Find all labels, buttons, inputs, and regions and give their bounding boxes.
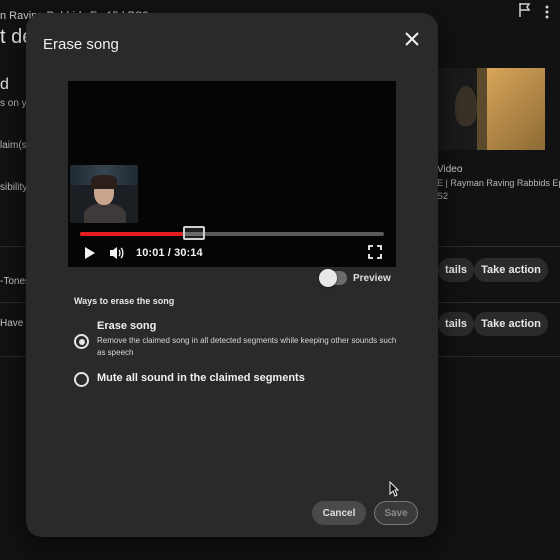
background-video-subtitle: E | Rayman Raving Rabbids Ep (437, 178, 560, 188)
thumbnail-highlight (487, 68, 545, 150)
video-frame (70, 165, 138, 223)
option-erase-song[interactable]: Erase song Remove the claimed song in al… (74, 320, 401, 359)
seek-bar-handle[interactable] (183, 226, 206, 240)
player-controls: 10:01 / 30:14 (80, 243, 203, 263)
mouse-pointer-icon (389, 480, 400, 497)
background-video-subtitle: S2 (437, 191, 449, 201)
preview-label: Preview (353, 272, 391, 284)
dialog-title: Erase song (43, 36, 119, 53)
option-title: Erase song (97, 320, 157, 332)
preview-toggle[interactable] (319, 269, 347, 287)
erase-song-dialog: Erase song 10:01 / 30:14 Preview Ways to… (26, 13, 438, 537)
take-action-button[interactable]: Take action (474, 312, 548, 336)
time-display: 10:01 / 30:14 (136, 247, 203, 259)
video-player[interactable]: 10:01 / 30:14 (68, 81, 396, 267)
ways-to-erase-label: Ways to erase the song (74, 296, 175, 306)
option-description: Remove the claimed song in all detected … (97, 336, 397, 357)
thumbnail-figure (455, 86, 477, 126)
details-button[interactable]: tails (438, 258, 474, 282)
option-title: Mute all sound in the claimed segments (97, 372, 305, 384)
radio-erase-song[interactable] (74, 334, 89, 349)
background-video-thumbnail[interactable] (437, 68, 545, 150)
background-left-fragment: d (0, 76, 9, 93)
details-button[interactable]: tails (438, 312, 474, 336)
seek-bar[interactable] (80, 226, 384, 240)
flag-icon[interactable] (518, 2, 532, 18)
preview-toggle-row: Preview (319, 269, 391, 287)
radio-mute-all[interactable] (74, 372, 89, 387)
background-video-label: Video (437, 164, 463, 175)
cancel-button[interactable]: Cancel (312, 501, 366, 525)
background-left-fragment: s on y (0, 98, 27, 109)
option-mute-all[interactable]: Mute all sound in the claimed segments (74, 371, 305, 387)
video-frame-hair (91, 175, 117, 189)
volume-icon[interactable] (108, 244, 126, 262)
seek-bar-played (80, 232, 184, 236)
save-button[interactable]: Save (374, 501, 418, 525)
take-action-button[interactable]: Take action (474, 258, 548, 282)
option-text: Erase song Remove the claimed song in al… (97, 320, 401, 359)
dialog-footer: Cancel Save (26, 491, 438, 537)
close-icon[interactable] (401, 28, 423, 50)
fullscreen-icon[interactable] (366, 243, 384, 261)
toggle-knob (319, 269, 337, 287)
video-frame-person (84, 203, 126, 223)
play-icon[interactable] (80, 244, 98, 262)
more-vertical-icon[interactable] (542, 4, 552, 20)
